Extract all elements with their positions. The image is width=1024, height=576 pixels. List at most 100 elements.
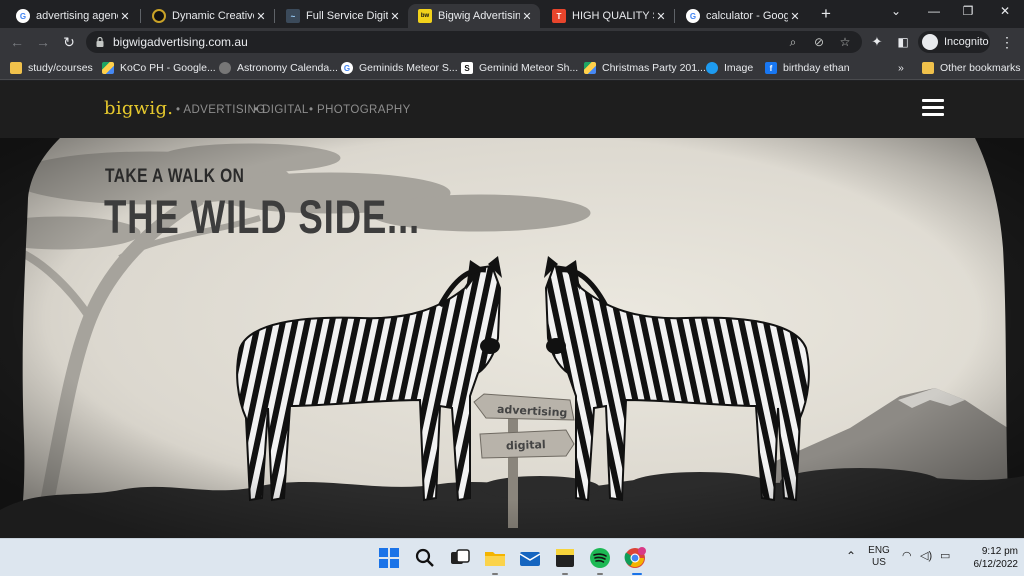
browser-toolbar: ← → ↻ bigwigadvertising.com.au ⌕ ⊘ ☆ ✦ ◧… bbox=[0, 28, 1024, 56]
site-header: bigwig. • ADVERTISING • DIGITAL • PHOTOG… bbox=[0, 81, 1024, 138]
new-tab-button[interactable]: + bbox=[818, 5, 834, 22]
bookmark-label: Christmas Party 201... bbox=[602, 62, 706, 74]
site-logo[interactable]: bigwig. bbox=[104, 98, 173, 119]
tab-separator bbox=[274, 9, 275, 23]
eye-off-icon[interactable]: ⊘ bbox=[812, 35, 826, 49]
tab-label: advertising agency bbox=[36, 10, 118, 22]
menu-kebab-icon[interactable]: ⋮ bbox=[998, 33, 1016, 51]
language-code: ENG bbox=[868, 545, 890, 556]
twitter-icon bbox=[706, 62, 718, 74]
folder-icon bbox=[10, 62, 22, 74]
s-icon: S bbox=[461, 62, 473, 74]
task-view-icon[interactable] bbox=[449, 547, 471, 569]
bookmark-label: Other bookmarks bbox=[940, 62, 1021, 74]
google-icon: G bbox=[16, 9, 30, 23]
tab-bigwig-advertising[interactable]: bw Bigwig Advertising ✕ bbox=[408, 4, 540, 28]
sticky-notes-icon[interactable] bbox=[554, 547, 576, 569]
file-explorer-icon[interactable] bbox=[484, 547, 506, 569]
folder-icon bbox=[922, 62, 934, 74]
drive-icon bbox=[102, 62, 114, 74]
tab-label: calculator - Google bbox=[706, 10, 788, 22]
forward-icon[interactable]: → bbox=[34, 33, 52, 51]
other-bookmarks[interactable]: Other bookmarks bbox=[922, 60, 1021, 76]
reload-icon[interactable]: ↻ bbox=[60, 33, 78, 51]
hero-banner: advertising digital TAKE A WALK ON THE W… bbox=[0, 138, 1024, 538]
close-icon[interactable]: ✕ bbox=[118, 10, 132, 23]
restore-icon[interactable]: ❐ bbox=[958, 4, 978, 20]
nav-advertising[interactable]: • ADVERTISING bbox=[176, 104, 266, 116]
bookmark-geminids-2[interactable]: S Geminid Meteor Sh... bbox=[461, 60, 578, 76]
bookmark-label: KoCo PH - Google... bbox=[120, 62, 216, 74]
running-indicator bbox=[597, 573, 603, 575]
bookmark-geminids-1[interactable]: G Geminids Meteor S... bbox=[341, 60, 458, 76]
tab-separator bbox=[674, 9, 675, 23]
t-icon: T bbox=[552, 9, 566, 23]
extensions-icon[interactable]: ✦ bbox=[868, 33, 886, 51]
bookmark-study-courses[interactable]: study/courses bbox=[10, 60, 93, 76]
minimize-icon[interactable]: — bbox=[924, 4, 944, 20]
bookmark-label: study/courses bbox=[28, 62, 93, 74]
close-window-icon[interactable]: ✕ bbox=[995, 4, 1015, 20]
tab-full-service-digital[interactable]: ~ Full Service Digital ✕ bbox=[276, 4, 408, 28]
chevron-up-icon[interactable]: ⌃ bbox=[846, 549, 856, 563]
tab-label: Full Service Digital bbox=[306, 10, 388, 22]
wifi-icon[interactable]: ◠ bbox=[902, 549, 912, 562]
battery-icon[interactable]: ▭ bbox=[940, 549, 950, 562]
bookmarks-bar: study/courses KoCo PH - Google... Astron… bbox=[0, 56, 1024, 80]
hero-heading: THE WILD SIDE... bbox=[104, 190, 420, 243]
zoom-icon[interactable]: ⌕ bbox=[786, 35, 800, 49]
nav-digital[interactable]: • DIGITAL bbox=[254, 104, 309, 116]
mail-icon[interactable] bbox=[519, 547, 541, 569]
bookmark-koco-ph[interactable]: KoCo PH - Google... bbox=[102, 60, 216, 76]
active-indicator bbox=[632, 573, 642, 575]
dynamic-creative-icon bbox=[152, 9, 166, 23]
bigwig-icon: bw bbox=[418, 9, 432, 23]
incognito-profile[interactable]: Incognito bbox=[918, 31, 990, 53]
windows-start-icon[interactable] bbox=[378, 547, 400, 569]
clock-time: 9:12 pm bbox=[981, 546, 1018, 557]
taskbar: ⌃ ENG US ◠ ◁) ▭ 9:12 pm 6/12/2022 bbox=[0, 538, 1024, 576]
bookmark-birthday-ethan[interactable]: f birthday ethan bbox=[765, 60, 850, 76]
tab-calculator[interactable]: G calculator - Google ✕ bbox=[676, 4, 808, 28]
bookmarks-overflow[interactable]: » bbox=[898, 60, 904, 76]
url-text: bigwigadvertising.com.au bbox=[113, 35, 248, 49]
tab-separator bbox=[140, 9, 141, 23]
hero-subheading: TAKE A WALK ON bbox=[105, 166, 245, 187]
address-bar[interactable]: bigwigadvertising.com.au ⌕ ⊘ ☆ bbox=[86, 31, 862, 53]
close-icon[interactable]: ✕ bbox=[520, 10, 534, 23]
chrome-icon[interactable] bbox=[624, 547, 646, 569]
agency-icon: ~ bbox=[286, 9, 300, 23]
close-icon[interactable]: ✕ bbox=[788, 10, 802, 23]
tab-high-quality[interactable]: T HIGH QUALITY Syn ✕ bbox=[542, 4, 674, 28]
tab-label: Bigwig Advertising bbox=[438, 10, 520, 22]
tab-dynamic-creative[interactable]: Dynamic Creative ✕ bbox=[142, 4, 274, 28]
volume-icon[interactable]: ◁) bbox=[920, 549, 932, 562]
bookmark-label: Geminids Meteor S... bbox=[359, 62, 458, 74]
bookmark-label: Astronomy Calenda... bbox=[237, 62, 338, 74]
drive-icon bbox=[584, 62, 596, 74]
search-icon[interactable] bbox=[414, 547, 436, 569]
language-indicator[interactable]: ENG US bbox=[868, 545, 890, 569]
back-icon[interactable]: ← bbox=[8, 33, 26, 51]
incognito-label: Incognito bbox=[944, 36, 989, 48]
bookmark-label: Image bbox=[724, 62, 754, 74]
close-icon[interactable]: ✕ bbox=[388, 10, 402, 23]
star-icon[interactable]: ☆ bbox=[838, 35, 852, 49]
bookmark-label: Geminid Meteor Sh... bbox=[479, 62, 579, 74]
hamburger-menu-icon[interactable] bbox=[922, 99, 944, 119]
side-panel-icon[interactable]: ◧ bbox=[894, 33, 912, 51]
tab-search-icon[interactable]: ⌄ bbox=[886, 4, 906, 20]
google-icon: G bbox=[341, 62, 353, 74]
close-icon[interactable]: ✕ bbox=[654, 10, 668, 23]
nav-photography[interactable]: • PHOTOGRAPHY bbox=[309, 104, 411, 116]
bookmark-image[interactable]: Image bbox=[706, 60, 753, 76]
tab-advertising-agency[interactable]: G advertising agency ✕ bbox=[6, 4, 138, 28]
web-page: bigwig. • ADVERTISING • DIGITAL • PHOTOG… bbox=[0, 81, 1024, 538]
bookmark-astronomy[interactable]: Astronomy Calenda... bbox=[219, 60, 338, 76]
bookmark-christmas-party[interactable]: Christmas Party 201... bbox=[584, 60, 706, 76]
facebook-icon: f bbox=[765, 62, 777, 74]
spotify-icon[interactable] bbox=[589, 547, 611, 569]
clock[interactable]: 9:12 pm 6/12/2022 bbox=[962, 545, 1019, 571]
close-icon[interactable]: ✕ bbox=[254, 10, 268, 23]
globe-icon bbox=[219, 62, 231, 74]
